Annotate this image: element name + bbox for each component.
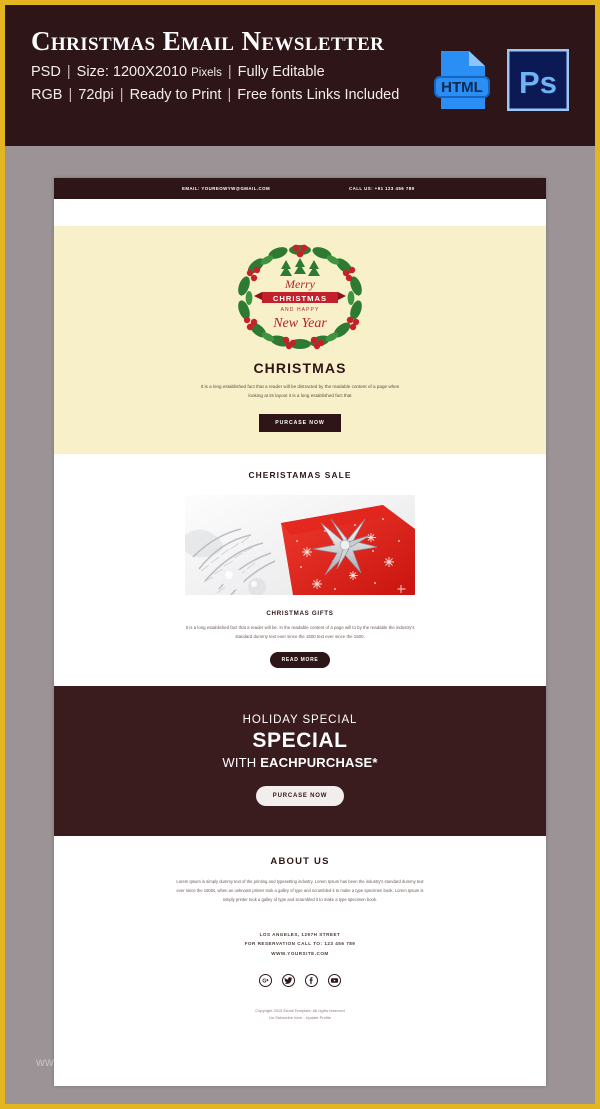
address-line-street: LOS ANGELES, 1297H STREET bbox=[259, 932, 341, 938]
facebook-icon bbox=[309, 976, 313, 984]
special-sub-strong: EACHPURCHASE* bbox=[260, 754, 378, 770]
spec-editable: Fully Editable bbox=[237, 63, 325, 80]
promo-banner: Christmas Email Newsletter PSD | Size: 1… bbox=[0, 0, 600, 146]
copyright-line-2[interactable]: Un Subscribe here - Update Profile bbox=[54, 1014, 546, 1022]
special-subline: WITH EACHPURCHASE* bbox=[54, 755, 546, 770]
facebook-link[interactable] bbox=[305, 973, 318, 987]
spec-print: Ready to Print bbox=[129, 86, 222, 103]
svg-text:CHRISTMAS: CHRISTMAS bbox=[273, 294, 327, 303]
sale-subheading: CHRISTMAS GIFTS bbox=[266, 609, 334, 617]
google-plus-link[interactable]: G bbox=[259, 973, 272, 987]
sale-body-text: It is a long established fact that a rea… bbox=[185, 624, 415, 639]
spec-size: Size: 1200X2010 bbox=[76, 63, 188, 80]
svg-text:New Year: New Year bbox=[272, 316, 327, 331]
google-plus-icon: G bbox=[262, 978, 269, 984]
address-line-phone: FOR RESERVATION CALL TO: 123 456 789 bbox=[244, 941, 356, 947]
svg-text:HTML: HTML bbox=[441, 79, 483, 96]
format-badges: HTML Ps bbox=[433, 49, 569, 111]
special-purchase-button[interactable]: PURCASE NOW bbox=[255, 785, 345, 806]
email-logo-strip bbox=[54, 199, 546, 226]
special-headline: SPECIAL bbox=[252, 728, 348, 752]
special-kicker: HOLIDAY SPECIAL bbox=[242, 713, 358, 726]
christmas-wreath-icon: Merry CHRISTMAS AND HAPPY New Year bbox=[238, 244, 362, 350]
special-offer-section: HOLIDAY SPECIAL SPECIAL WITH EACHPURCHAS… bbox=[54, 685, 546, 836]
frame-border-left bbox=[0, 0, 5, 1109]
spec-separator: | bbox=[64, 86, 77, 103]
twitter-link[interactable] bbox=[282, 973, 295, 987]
hero-heading: CHRISTMAS bbox=[253, 360, 347, 376]
photoshop-icon: Ps bbox=[507, 49, 569, 111]
hero-body-text: It is a long established fact that a rea… bbox=[200, 384, 400, 398]
spec-separator: | bbox=[223, 86, 236, 103]
sale-section: CHERISTAMAS SALE CHRISTMAS GIFTS It is a… bbox=[54, 453, 546, 686]
footer-copyright: Copyright 2015 Email Template. All right… bbox=[54, 1007, 546, 1038]
about-heading: ABOUT US bbox=[270, 855, 330, 867]
hero-section: Merry CHRISTMAS AND HAPPY New Year CHRIS… bbox=[54, 226, 546, 454]
special-sub-prefix: WITH bbox=[222, 754, 261, 770]
gift-box-photo bbox=[185, 494, 415, 595]
spec-dpi: 72dpi bbox=[78, 86, 114, 103]
spec-separator: | bbox=[115, 86, 128, 103]
hero-purchase-button[interactable]: PURCASE NOW bbox=[259, 413, 341, 432]
svg-text:Merry: Merry bbox=[284, 277, 316, 291]
address-line-website[interactable]: WWW.YOURSITE.COM bbox=[54, 949, 546, 958]
spec-separator: | bbox=[62, 63, 75, 80]
youtube-link[interactable] bbox=[328, 973, 341, 987]
social-links: G bbox=[54, 973, 546, 987]
email-newsletter-preview: EMAIL: YOUREOWYW@GMAIL.COM CALL US: +91 … bbox=[54, 178, 546, 1086]
spec-separator: | bbox=[223, 63, 236, 80]
footer-address: LOS ANGELES, 1297H STREET FOR RESERVATIO… bbox=[54, 930, 546, 958]
topbar-email-label: EMAIL: YOUREOWYW@GMAIL.COM bbox=[182, 186, 271, 191]
svg-text:Ps: Ps bbox=[519, 65, 557, 100]
about-body-text: Lorem Ipsum is simply dummy text of the … bbox=[176, 878, 424, 902]
svg-text:G: G bbox=[262, 978, 266, 984]
youtube-icon bbox=[330, 978, 339, 983]
spec-pixels: Pixels bbox=[191, 66, 222, 79]
spec-rgb: RGB bbox=[31, 86, 63, 103]
sale-heading: CHERISTAMAS SALE bbox=[248, 469, 352, 480]
html-file-icon: HTML bbox=[434, 51, 490, 109]
email-topbar: EMAIL: YOUREOWYW@GMAIL.COM CALL US: +91 … bbox=[54, 178, 546, 199]
spec-fonts: Free fonts Links Included bbox=[237, 86, 400, 103]
read-more-button[interactable]: READ MORE bbox=[269, 651, 331, 668]
twitter-icon bbox=[284, 977, 293, 984]
svg-text:AND HAPPY: AND HAPPY bbox=[281, 307, 320, 313]
frame-border-right bbox=[595, 0, 600, 1109]
about-section: ABOUT US Lorem Ipsum is simply dummy tex… bbox=[54, 835, 546, 1038]
copyright-line-1: Copyright 2015 Email Template. All right… bbox=[255, 1007, 345, 1013]
spec-psd: PSD bbox=[31, 63, 61, 80]
topbar-phone-label: CALL US: +91 123 456 789 bbox=[349, 186, 415, 191]
frame-border-bottom bbox=[0, 1104, 600, 1109]
